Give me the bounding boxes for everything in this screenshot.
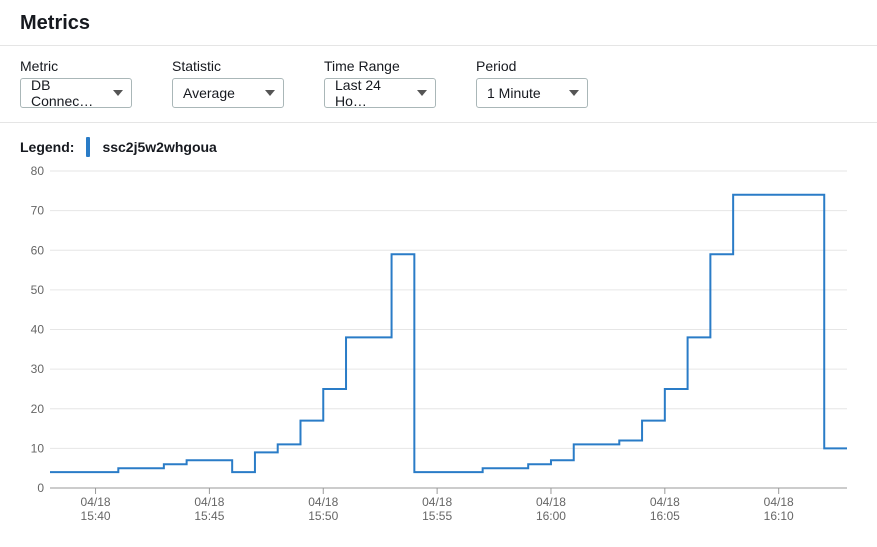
control-metric: Metric DB Connec… [20, 58, 132, 108]
caret-down-icon [265, 90, 275, 96]
metric-select-value: DB Connec… [31, 77, 105, 109]
x-tick-label-date: 04/18 [764, 495, 794, 509]
x-tick-label-time: 16:10 [764, 509, 794, 523]
y-tick-label: 50 [31, 283, 45, 297]
metric-label: Metric [20, 58, 132, 74]
period-select[interactable]: 1 Minute [476, 78, 588, 108]
timerange-select-value: Last 24 Ho… [335, 77, 409, 109]
caret-down-icon [113, 90, 123, 96]
x-tick-label-date: 04/18 [194, 495, 224, 509]
legend-label: Legend: [20, 139, 74, 155]
legend-series-name: ssc2j5w2whgoua [102, 139, 216, 155]
y-tick-label: 20 [31, 402, 45, 416]
x-tick-label-time: 15:55 [422, 509, 452, 523]
caret-down-icon [569, 90, 579, 96]
caret-down-icon [417, 90, 427, 96]
control-timerange: Time Range Last 24 Ho… [324, 58, 436, 108]
control-statistic: Statistic Average [172, 58, 284, 108]
x-tick-label-date: 04/18 [308, 495, 338, 509]
x-tick-label-date: 04/18 [536, 495, 566, 509]
statistic-select-value: Average [183, 85, 235, 101]
x-tick-label-date: 04/18 [81, 495, 111, 509]
x-tick-label-date: 04/18 [422, 495, 452, 509]
metric-select[interactable]: DB Connec… [20, 78, 132, 108]
x-tick-label-time: 15:50 [308, 509, 338, 523]
x-tick-label-time: 16:00 [536, 509, 566, 523]
panel-header: Metrics [0, 0, 877, 46]
period-label: Period [476, 58, 588, 74]
timerange-label: Time Range [324, 58, 436, 74]
timerange-select[interactable]: Last 24 Ho… [324, 78, 436, 108]
chart-container: 01020304050607080 04/1815:4004/1815:4504… [0, 163, 877, 540]
x-tick-label-time: 16:05 [650, 509, 680, 523]
statistic-label: Statistic [172, 58, 284, 74]
y-tick-label: 70 [31, 204, 45, 218]
y-tick-label: 60 [31, 243, 45, 257]
statistic-select[interactable]: Average [172, 78, 284, 108]
legend-swatch [86, 137, 90, 157]
y-tick-label: 30 [31, 362, 45, 376]
controls-row: Metric DB Connec… Statistic Average Time… [0, 46, 877, 123]
metrics-chart: 01020304050607080 04/1815:4004/1815:4504… [20, 163, 857, 528]
legend-row: Legend: ssc2j5w2whgoua [0, 123, 877, 163]
y-tick-label: 10 [31, 441, 45, 455]
x-tick-label-time: 15:45 [194, 509, 224, 523]
y-tick-label: 40 [31, 323, 45, 337]
series-line [50, 195, 847, 472]
x-tick-label-time: 15:40 [81, 509, 111, 523]
y-tick-label: 0 [37, 481, 44, 495]
control-period: Period 1 Minute [476, 58, 588, 108]
period-select-value: 1 Minute [487, 85, 541, 101]
x-tick-label-date: 04/18 [650, 495, 680, 509]
y-tick-label: 80 [31, 164, 45, 178]
page-title: Metrics [20, 12, 857, 35]
